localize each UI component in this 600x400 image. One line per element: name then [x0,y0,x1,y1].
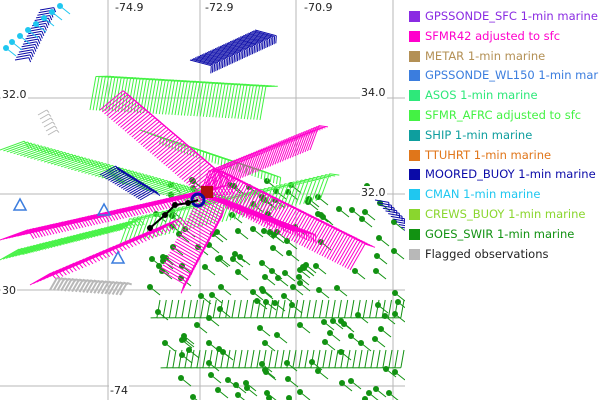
legend-label: Flagged observations [425,247,549,261]
legend-swatch [409,168,420,180]
latitude-label: 32.0 [1,88,28,101]
wind-barb-track [49,276,133,296]
legend-swatch [409,69,420,81]
longitude-label: -74 [109,384,129,397]
legend-label: CREWS_BUOY 1-min marine [425,207,586,221]
legend-label: GPSSONDE_WL150 1-min mar [425,68,599,82]
buoy-triangle-icon [110,250,126,264]
legend-swatch [409,30,420,42]
legend-item-cman[interactable]: CMAN 1-min marine [409,185,599,203]
legend-label: MOORED_BUOY 1-min marine [425,167,596,181]
legend-label: GPSSONDE_SFC 1-min marine [425,9,598,23]
legend-label: SFMR42 adjusted to sfc [425,29,561,43]
wind-barb-track [189,29,277,74]
wind-barb-track [37,109,60,136]
legend-item-asos[interactable]: ASOS 1-min marine [409,86,599,104]
legend-label: TTUHRT 1-min marine [425,148,552,162]
legend-swatch [409,109,420,121]
legend-swatch [409,228,420,240]
legend-swatch [409,10,420,22]
latitude-label: 32.0 [360,186,387,199]
legend-swatch [409,89,420,101]
legend-item-moored-buoy[interactable]: MOORED_BUOY 1-min marine [409,165,599,183]
observation-layer [0,3,405,400]
legend-item-goes-swir[interactable]: GOES_SWIR 1-min marine [409,225,599,243]
wind-barb-map[interactable] [0,0,405,400]
legend-swatch [409,50,420,62]
legend-swatch [409,129,420,141]
legend-item-crews-buoy[interactable]: CREWS_BUOY 1-min marine [409,205,599,223]
legend-swatch [409,149,420,161]
legend-label: METAR 1-min marine [425,49,546,63]
latitude-label: 34.0 [360,86,387,99]
legend-label: GOES_SWIR 1-min marine [425,227,575,241]
legend-item-ship[interactable]: SHIP 1-min marine [409,126,599,144]
legend-item-sfmr-afrc[interactable]: SFMR_AFRC adjusted to sfc [409,106,599,124]
wind-barb-track [160,349,405,369]
longitude-label: -72.9 [204,1,235,14]
legend-swatch [409,208,420,220]
wind-barb-track [199,125,328,196]
legend-swatch [409,188,420,200]
legend-swatch [409,248,420,260]
longitude-label: -70.9 [303,1,334,14]
legend-label: CMAN 1-min marine [425,187,541,201]
map-panel[interactable]: -74.9 -72.9 -70.9 34.0 32.0 32.0 30 -74 [0,0,405,400]
legend-item-metar[interactable]: METAR 1-min marine [409,47,599,65]
legend-label: SFMR_AFRC adjusted to sfc [425,108,582,122]
legend-item-gpssonde-wl150[interactable]: GPSSONDE_WL150 1-min mar [409,66,599,84]
legend-item-flagged[interactable]: Flagged observations [409,245,599,263]
buoy-triangle-icon [12,197,28,211]
longitude-label: -74.9 [114,1,145,14]
legend-label: SHIP 1-min marine [425,128,533,142]
legend-label: ASOS 1-min marine [425,88,538,102]
latitude-label: 30 [1,284,17,297]
legend: GPSSONDE_SFC 1-min marine SFMR42 adjuste… [405,0,600,400]
legend-item-ttuhrt[interactable]: TTUHRT 1-min marine [409,146,599,164]
legend-item-sfmr42[interactable]: SFMR42 adjusted to sfc [409,27,599,45]
legend-item-gpssonde-sfc[interactable]: GPSSONDE_SFC 1-min marine [409,7,599,25]
